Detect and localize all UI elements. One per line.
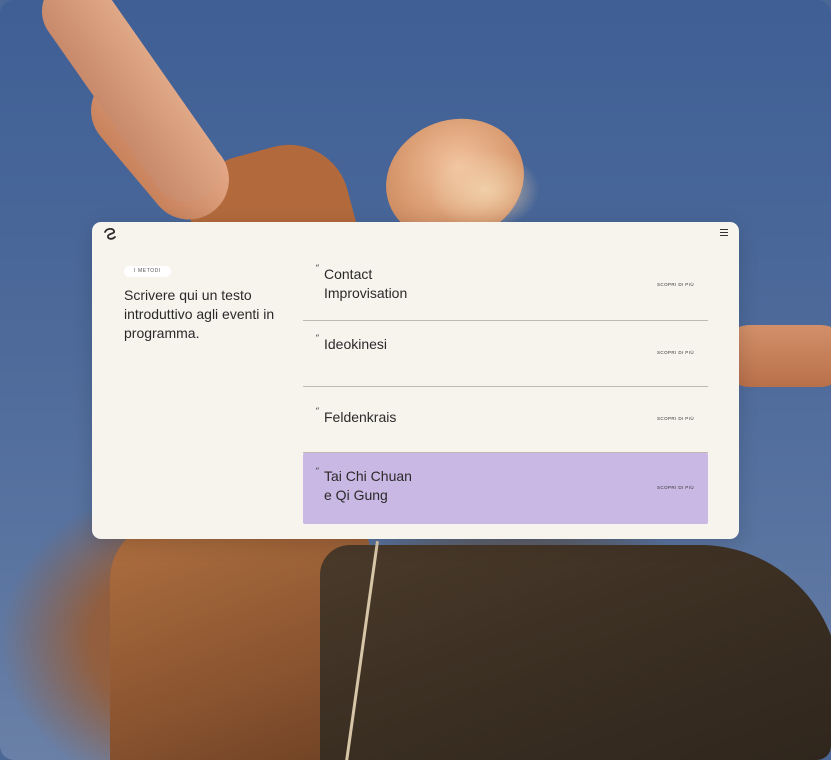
dancer-hair	[430, 150, 540, 230]
hamburger-icon[interactable]	[720, 229, 728, 237]
method-title: Contact Improvisation	[324, 266, 408, 301]
quote-mark-icon: “	[315, 467, 320, 477]
quote-mark-icon: “	[315, 264, 320, 274]
brand-logo-icon[interactable]	[103, 227, 117, 241]
method-item-contact-improvisation[interactable]: “ Contact Improvisation SCOPRI DI PIÙ	[303, 256, 708, 321]
method-title: Ideokinesi	[324, 336, 388, 352]
method-item-tai-chi-chuan[interactable]: “ Tai Chi Chuan e Qi Gung SCOPRI DI PIÙ	[303, 453, 708, 524]
quote-mark-icon: “	[315, 407, 320, 417]
dancer-cloak-right	[320, 545, 831, 760]
methods-card: I METODI Scrivere qui un testo introdutt…	[92, 222, 739, 539]
method-item-ideokinesi[interactable]: “ Ideokinesi SCOPRI DI PIÙ	[303, 321, 708, 387]
discover-more-link[interactable]: SCOPRI DI PIÙ	[657, 416, 694, 421]
discover-more-link[interactable]: SCOPRI DI PIÙ	[657, 282, 694, 287]
intro-text: Scrivere qui un testo introduttivo agli …	[124, 287, 275, 341]
discover-more-link[interactable]: SCOPRI DI PIÙ	[657, 485, 694, 490]
dancer-raised-arm	[28, 0, 235, 216]
method-title: Feldenkrais	[324, 409, 397, 425]
quote-mark-icon: “	[315, 334, 320, 344]
section-tag: I METODI	[124, 266, 171, 277]
methods-list: “ Contact Improvisation SCOPRI DI PIÙ “ I…	[303, 256, 708, 524]
method-title: Tai Chi Chuan e Qi Gung	[324, 468, 412, 503]
method-item-feldenkrais[interactable]: “ Feldenkrais SCOPRI DI PIÙ	[303, 387, 708, 453]
discover-more-link[interactable]: SCOPRI DI PIÙ	[657, 350, 694, 355]
